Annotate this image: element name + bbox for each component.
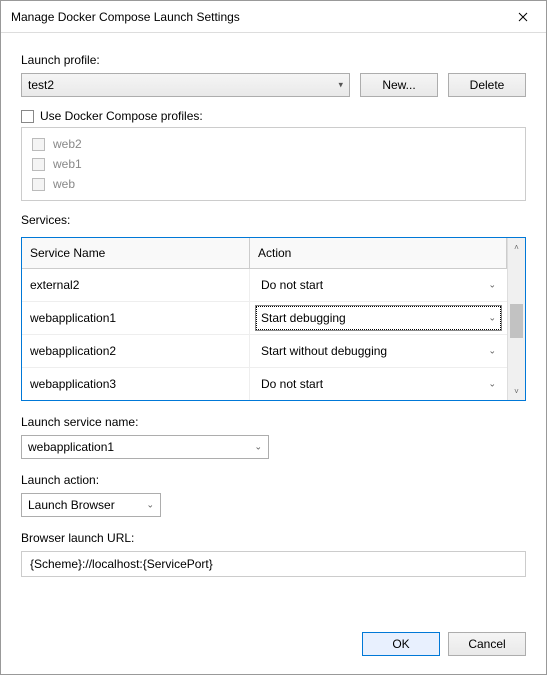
column-header-action[interactable]: Action <box>250 238 507 269</box>
profile-name: web2 <box>53 137 82 151</box>
launch-service-name-label: Launch service name: <box>21 415 526 429</box>
services-label: Services: <box>21 213 526 227</box>
dialog-content: Launch profile: test2 ▾ New... Delete Us… <box>1 33 546 618</box>
titlebar: Manage Docker Compose Launch Settings <box>1 1 546 33</box>
compose-profile-item: web1 <box>32 154 515 174</box>
compose-profile-item: web <box>32 174 515 194</box>
launch-service-name-value: webapplication1 <box>28 440 114 454</box>
launch-action-label: Launch action: <box>21 473 526 487</box>
browser-url-input[interactable] <box>21 551 526 577</box>
dialog-footer: OK Cancel <box>1 618 546 674</box>
table-row: webapplication2 Start without debugging … <box>22 335 507 368</box>
scroll-down-icon[interactable]: ˅ <box>508 382 525 400</box>
use-profiles-label: Use Docker Compose profiles: <box>40 109 203 123</box>
grid-header: Service Name Action <box>22 238 507 269</box>
grid-scrollbar[interactable]: ˄ ˅ <box>507 238 525 400</box>
service-name-cell: external2 <box>22 269 250 301</box>
launch-action-select[interactable]: Launch Browser ⌄ <box>21 493 161 517</box>
chevron-down-icon: ⌄ <box>146 500 154 511</box>
profile-name: web <box>53 177 75 191</box>
chevron-down-icon: ⌄ <box>488 280 496 291</box>
chevron-down-icon: ▾ <box>338 80 343 91</box>
service-action-select[interactable]: Start without debugging ⌄ <box>256 339 501 363</box>
scroll-track[interactable] <box>508 256 525 382</box>
profile-checkbox[interactable] <box>32 138 45 151</box>
service-name-cell: webapplication1 <box>22 302 250 334</box>
action-value: Start without debugging <box>261 344 387 358</box>
delete-profile-button[interactable]: Delete <box>448 73 526 97</box>
launch-action-value: Launch Browser <box>28 498 115 512</box>
chevron-down-icon: ⌄ <box>254 442 262 453</box>
chevron-down-icon: ⌄ <box>488 346 496 357</box>
services-grid: Service Name Action external2 Do not sta… <box>21 237 526 401</box>
compose-profile-item: web2 <box>32 134 515 154</box>
close-button[interactable] <box>500 1 546 33</box>
service-name-cell: webapplication2 <box>22 335 250 367</box>
chevron-down-icon: ⌄ <box>488 379 496 390</box>
profile-name: web1 <box>53 157 82 171</box>
table-row: external2 Do not start ⌄ <box>22 269 507 302</box>
dialog-window: Manage Docker Compose Launch Settings La… <box>0 0 547 675</box>
action-value: Do not start <box>261 278 323 292</box>
use-profiles-checkbox[interactable] <box>21 110 34 123</box>
service-action-select[interactable]: Do not start ⌄ <box>256 273 501 297</box>
window-title: Manage Docker Compose Launch Settings <box>11 10 500 24</box>
service-action-select[interactable]: Start debugging ⌄ <box>256 306 501 330</box>
table-row: webapplication1 Start debugging ⌄ <box>22 302 507 335</box>
service-action-select[interactable]: Do not start ⌄ <box>256 372 501 396</box>
service-name-cell: webapplication3 <box>22 368 250 400</box>
cancel-button[interactable]: Cancel <box>448 632 526 656</box>
launch-profile-select[interactable]: test2 ▾ <box>21 73 350 97</box>
table-row: webapplication3 Do not start ⌄ <box>22 368 507 400</box>
close-icon <box>518 12 528 22</box>
column-header-name[interactable]: Service Name <box>22 238 250 269</box>
compose-profiles-list: web2 web1 web <box>21 127 526 201</box>
ok-button[interactable]: OK <box>362 632 440 656</box>
action-value: Start debugging <box>261 311 346 325</box>
launch-service-name-select[interactable]: webapplication1 ⌄ <box>21 435 269 459</box>
browser-url-label: Browser launch URL: <box>21 531 526 545</box>
launch-profile-value: test2 <box>28 78 54 92</box>
profile-checkbox[interactable] <box>32 158 45 171</box>
launch-profile-label: Launch profile: <box>21 53 526 67</box>
scroll-up-icon[interactable]: ˄ <box>508 238 525 256</box>
chevron-down-icon: ⌄ <box>488 313 496 324</box>
new-profile-button[interactable]: New... <box>360 73 438 97</box>
profile-checkbox[interactable] <box>32 178 45 191</box>
action-value: Do not start <box>261 377 323 391</box>
scroll-thumb[interactable] <box>510 304 523 338</box>
